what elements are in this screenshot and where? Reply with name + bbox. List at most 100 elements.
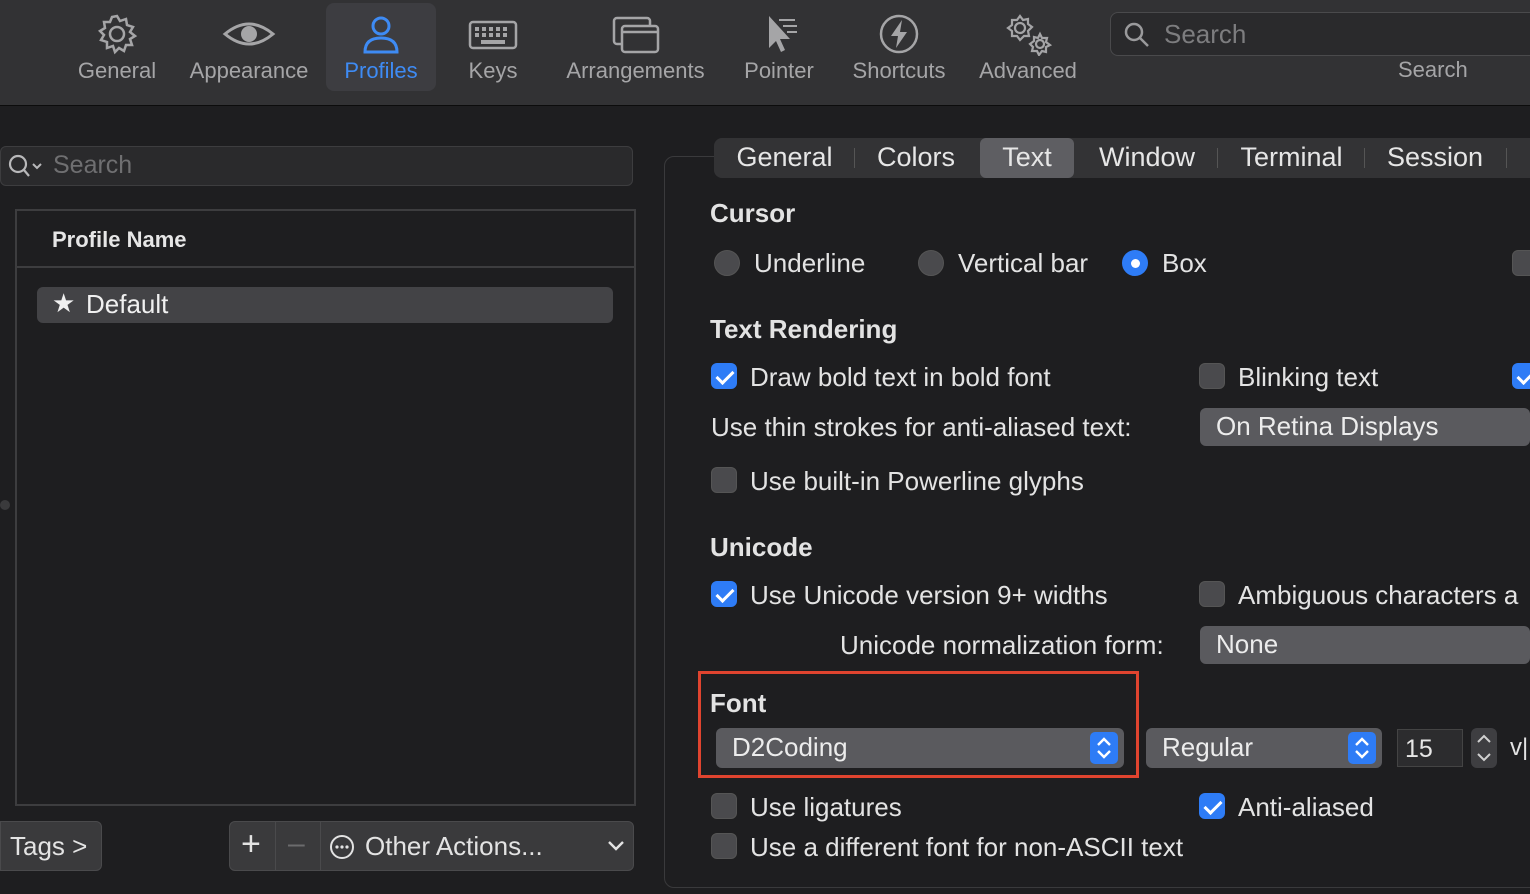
remove-profile-button[interactable]: – xyxy=(275,821,321,871)
toolbar-search-label: Search xyxy=(1398,57,1468,82)
blinking-text-label: Blinking text xyxy=(1238,362,1379,392)
ambiguous-characters-label: Ambiguous characters a xyxy=(1238,580,1519,610)
cursor-box-label: Box xyxy=(1162,248,1207,278)
blinking-text-checkbox[interactable] xyxy=(1199,363,1225,389)
thin-strokes-label: Use thin strokes for anti-aliased text: xyxy=(711,412,1132,442)
bolt-icon xyxy=(879,14,919,54)
tab-window[interactable]: Window xyxy=(1082,138,1212,178)
other-actions-menu[interactable]: Other Actions... xyxy=(320,821,634,871)
tags-button-label: Tags > xyxy=(10,831,88,861)
toolbar-search-placeholder: Search xyxy=(1164,19,1247,49)
toolbar-search-field[interactable]: Search xyxy=(1110,12,1530,56)
toolbar-item-arrangements[interactable]: Arrangements xyxy=(558,0,713,92)
tab-separator xyxy=(1364,148,1365,168)
more-icon xyxy=(330,835,354,859)
ligatures-label: Use ligatures xyxy=(750,792,902,822)
table-row[interactable]: ★ Default xyxy=(37,287,613,323)
non-ascii-font-label: Use a different font for non-ASCII text xyxy=(750,832,1184,862)
thin-strokes-popup[interactable]: On Retina Displays xyxy=(1200,408,1530,446)
tab-general[interactable]: General xyxy=(722,138,847,178)
toolbar-item-appearance[interactable]: Appearance xyxy=(183,0,315,92)
other-actions-label: Other Actions... xyxy=(365,831,543,861)
chevron-down-icon xyxy=(608,841,624,851)
toolbar-label: Arrangements xyxy=(566,58,705,83)
toolbar-label: Appearance xyxy=(189,58,309,83)
plus-icon: + xyxy=(241,825,261,863)
eye-icon xyxy=(222,22,276,46)
cursor-heading: Cursor xyxy=(710,198,796,228)
toolbar-item-general[interactable]: General xyxy=(72,0,162,92)
cursor-extra-checkbox[interactable] xyxy=(1512,250,1530,276)
popup-arrows-icon xyxy=(1348,732,1376,764)
font-size-value: 15 xyxy=(1405,735,1433,763)
tab-session[interactable]: Session xyxy=(1370,138,1500,178)
non-ascii-font-checkbox[interactable] xyxy=(711,833,737,859)
cursor-vertical-bar-label: Vertical bar xyxy=(958,248,1089,278)
tab-separator xyxy=(1506,148,1507,168)
profile-search-field[interactable]: Search xyxy=(0,146,633,186)
draw-bold-label: Draw bold text in bold font xyxy=(750,362,1051,392)
popup-arrows-icon xyxy=(1090,732,1118,764)
windows-icon xyxy=(612,16,659,54)
toolbar-item-pointer[interactable]: Pointer xyxy=(736,0,822,92)
font-style-value: Regular xyxy=(1162,732,1254,762)
search-icon xyxy=(8,154,42,177)
gears-icon xyxy=(1006,14,1053,56)
pointer-icon xyxy=(769,16,797,52)
spacing-label: v| xyxy=(1510,734,1529,761)
cursor-box-radio[interactable] xyxy=(1122,250,1148,276)
profile-table: Profile Name ★ Default xyxy=(15,209,636,806)
column-header-profile-name[interactable]: Profile Name xyxy=(52,227,187,253)
font-family-value: D2Coding xyxy=(732,732,848,762)
text-rendering-heading: Text Rendering xyxy=(710,314,898,344)
toolbar-label: Keys xyxy=(468,58,518,83)
anti-aliased-checkbox[interactable] xyxy=(1199,793,1225,819)
tab-separator xyxy=(854,148,855,168)
cursor-underline-label: Underline xyxy=(754,248,866,278)
toolbar-item-shortcuts[interactable]: Shortcuts xyxy=(845,0,953,92)
ambiguous-characters-checkbox[interactable] xyxy=(1199,581,1225,607)
cursor-vertical-bar-radio[interactable] xyxy=(918,250,944,276)
split-handle[interactable] xyxy=(0,500,10,510)
person-icon xyxy=(363,16,399,54)
minus-icon: – xyxy=(288,827,305,860)
anti-aliased-label: Anti-aliased xyxy=(1238,792,1374,822)
keyboard-icon xyxy=(468,20,518,50)
normalization-popup[interactable]: None xyxy=(1200,626,1530,664)
font-size-stepper[interactable] xyxy=(1471,728,1497,768)
font-size-field[interactable]: 15 xyxy=(1397,729,1463,767)
profile-tab-bar: General Colors Text Window Terminal Sess… xyxy=(714,138,1530,178)
toolbar-item-keys[interactable]: Keys xyxy=(452,0,534,92)
tags-button[interactable]: Tags > xyxy=(0,821,102,871)
normalization-label: Unicode normalization form: xyxy=(840,630,1164,660)
profile-name: Default xyxy=(86,289,169,319)
powerline-glyphs-checkbox[interactable] xyxy=(711,467,737,493)
tab-text[interactable]: Text xyxy=(980,138,1074,178)
tab-colors[interactable]: Colors xyxy=(860,138,972,178)
tab-terminal[interactable]: Terminal xyxy=(1224,138,1359,178)
unicode-widths-checkbox[interactable] xyxy=(711,581,737,607)
toolbar-item-profiles[interactable]: Profiles xyxy=(326,3,436,91)
font-family-popup[interactable]: D2Coding xyxy=(716,728,1124,768)
toolbar-item-advanced[interactable]: Advanced xyxy=(972,0,1084,92)
star-icon: ★ xyxy=(52,288,76,318)
gear-icon xyxy=(97,14,138,55)
thin-strokes-value: On Retina Displays xyxy=(1216,411,1439,441)
tab-separator xyxy=(1217,148,1218,168)
toolbar-label: General xyxy=(77,58,157,83)
normalization-value: None xyxy=(1216,629,1279,659)
font-heading: Font xyxy=(710,688,767,718)
unicode-heading: Unicode xyxy=(710,532,813,562)
preferences-toolbar: General Appearance Profiles Keys Arrange… xyxy=(0,0,1530,106)
extra-rendering-checkbox[interactable] xyxy=(1512,363,1530,389)
font-style-popup[interactable]: Regular xyxy=(1146,728,1382,768)
toolbar-label: Shortcuts xyxy=(852,58,946,83)
draw-bold-checkbox[interactable] xyxy=(711,363,737,389)
toolbar-label: Pointer xyxy=(744,58,814,83)
ligatures-checkbox[interactable] xyxy=(711,793,737,819)
cursor-underline-radio[interactable] xyxy=(714,250,740,276)
add-profile-button[interactable]: + xyxy=(229,821,276,871)
stepper-arrows-icon xyxy=(1477,734,1491,762)
toolbar-label: Profiles xyxy=(344,58,418,83)
powerline-glyphs-label: Use built-in Powerline glyphs xyxy=(750,466,1084,496)
